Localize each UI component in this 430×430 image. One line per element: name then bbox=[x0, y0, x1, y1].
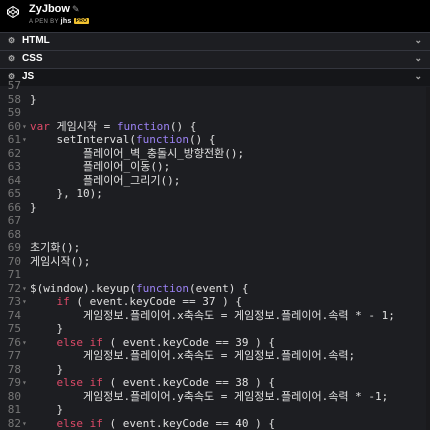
code-line[interactable]: 61 ▾ setInterval(function() { bbox=[0, 133, 430, 147]
editor-scrollbar[interactable] bbox=[426, 87, 430, 430]
code-line[interactable]: 57 bbox=[0, 79, 430, 93]
line-number: 80 bbox=[7, 389, 21, 403]
line-number: 74 bbox=[7, 308, 21, 322]
fold-arrow-icon[interactable]: ▾ bbox=[22, 295, 27, 309]
line-number: 67 bbox=[7, 214, 21, 227]
code-line[interactable]: 58} bbox=[0, 93, 430, 107]
gear-icon[interactable]: ⚙ bbox=[8, 36, 15, 45]
line-number: 77 bbox=[7, 349, 21, 362]
code-line[interactable]: 79 ▾ else if ( event.keyCode == 38 ) { bbox=[0, 376, 430, 390]
code-line[interactable]: 76 ▾ else if ( event.keyCode == 39 ) { bbox=[0, 336, 430, 350]
codepen-logo-icon[interactable] bbox=[7, 6, 19, 18]
code-line[interactable]: 70 게임시작(); bbox=[0, 255, 430, 269]
line-number: 71 bbox=[7, 268, 21, 281]
chevron-down-icon[interactable]: ⌄ bbox=[414, 53, 422, 64]
code-text: var 게임시작 = function() { bbox=[30, 119, 197, 133]
code-line[interactable]: 82 ▾ else if ( event.keyCode == 40 ) { bbox=[0, 417, 430, 430]
code-line[interactable]: 62 플레이어_벽_충돌시_방향전환(); bbox=[0, 147, 430, 161]
line-number: 78 bbox=[7, 362, 21, 376]
code-line[interactable]: 66} bbox=[0, 201, 430, 215]
code-text: 초기화(); bbox=[30, 241, 81, 254]
by-prefix: A PEN BY bbox=[29, 19, 59, 25]
code-line[interactable]: 60 ▾ var 게임시작 = function() { bbox=[0, 120, 430, 134]
code-text: }, 10); bbox=[30, 187, 103, 200]
code-line[interactable]: 69 초기화(); bbox=[0, 241, 430, 255]
line-number: 62 bbox=[7, 146, 21, 160]
code-line[interactable]: 71 bbox=[0, 268, 430, 282]
line-number: 64 bbox=[7, 173, 21, 187]
line-number: 57 bbox=[7, 79, 21, 92]
code-line[interactable]: 81 } bbox=[0, 403, 430, 417]
code-text: 플레이어_벽_충돌시_방향전환(); bbox=[30, 146, 245, 160]
code-line[interactable]: 64 플레이어_그리기(); bbox=[0, 174, 430, 188]
fold-arrow-icon[interactable]: ▾ bbox=[22, 120, 27, 134]
pro-badge: PRO bbox=[73, 18, 90, 24]
code-text: 게임정보.플레이어.y축속도 = 게임정보.플레이어.속력 * -1; bbox=[30, 389, 389, 403]
line-number: 73 bbox=[7, 295, 21, 308]
pen-header: ZyJbow ✎ A PEN BY jhs PRO bbox=[0, 0, 430, 32]
code-line[interactable]: 63 플레이어_이동(); bbox=[0, 160, 430, 174]
pencil-icon[interactable]: ✎ bbox=[72, 4, 80, 14]
line-number: 81 bbox=[7, 403, 21, 416]
line-number: 72 bbox=[7, 281, 21, 295]
line-number: 65 bbox=[7, 187, 21, 200]
pen-title[interactable]: ZyJbow ✎ bbox=[29, 3, 80, 15]
code-text: 게임시작(); bbox=[30, 254, 91, 268]
code-line[interactable]: 75 } bbox=[0, 322, 430, 336]
code-text: } bbox=[30, 362, 64, 376]
code-line[interactable]: 67 bbox=[0, 214, 430, 228]
code-text: 게임정보.플레이어.x축속도 = 게임정보.플레이어.속력 * - 1; bbox=[30, 308, 395, 322]
fold-arrow-icon[interactable]: ▾ bbox=[22, 336, 27, 350]
css-panel-header[interactable]: ⚙ CSS ⌄ bbox=[0, 50, 430, 68]
line-number: 75 bbox=[7, 322, 21, 335]
line-number: 82 bbox=[7, 416, 21, 430]
line-number: 66 bbox=[7, 200, 21, 214]
code-line[interactable]: 77 게임정보.플레이어.x축속도 = 게임정보.플레이어.속력; bbox=[0, 349, 430, 363]
code-line[interactable]: 74 게임정보.플레이어.x축속도 = 게임정보.플레이어.속력 * - 1; bbox=[0, 309, 430, 323]
chevron-down-icon[interactable]: ⌄ bbox=[414, 35, 422, 46]
panel-label-css: CSS bbox=[22, 53, 43, 64]
code-text: 게임정보.플레이어.x축속도 = 게임정보.플레이어.속력; bbox=[30, 349, 356, 362]
code-line[interactable]: 68 bbox=[0, 228, 430, 242]
line-number: 61 bbox=[7, 133, 21, 146]
js-code-editor[interactable]: 57 58} 59 60 ▾ var 게임시작 = function() {61 ▾ set… bbox=[0, 79, 430, 430]
code-line[interactable]: 73 ▾ if ( event.keyCode == 37 ) { bbox=[0, 295, 430, 309]
fold-arrow-icon[interactable]: ▾ bbox=[22, 376, 27, 390]
code-text: else if ( event.keyCode == 40 ) { bbox=[56, 416, 276, 430]
line-number: 69 bbox=[7, 241, 21, 254]
line-number: 58 bbox=[7, 92, 21, 106]
code-line[interactable]: 65 }, 10); bbox=[0, 187, 430, 201]
code-text: } bbox=[30, 322, 64, 335]
fold-arrow-icon[interactable]: ▾ bbox=[22, 282, 27, 296]
line-number: 70 bbox=[7, 254, 21, 268]
code-line[interactable]: 59 bbox=[0, 106, 430, 120]
code-text: 플레이어_그리기(); bbox=[30, 173, 181, 187]
gear-icon[interactable]: ⚙ bbox=[8, 54, 15, 63]
code-line[interactable]: 78 } bbox=[0, 363, 430, 377]
code-text: $(window).keyup(function(event) { bbox=[30, 281, 249, 295]
author-link[interactable]: jhs bbox=[61, 18, 72, 25]
fold-arrow-icon[interactable]: ▾ bbox=[22, 417, 27, 430]
line-number: 59 bbox=[7, 106, 21, 119]
code-text: } bbox=[30, 403, 64, 416]
code-text: } bbox=[30, 92, 37, 106]
line-number: 76 bbox=[7, 335, 21, 349]
code-text: } bbox=[30, 200, 37, 214]
code-line[interactable]: 80 게임정보.플레이어.y축속도 = 게임정보.플레이어.속력 * -1; bbox=[0, 390, 430, 404]
html-panel-header[interactable]: ⚙ HTML ⌄ bbox=[0, 32, 430, 50]
code-text: else if ( event.keyCode == 38 ) { bbox=[56, 376, 276, 389]
code-line[interactable]: 72 ▾ $(window).keyup(function(event) { bbox=[0, 282, 430, 296]
pen-title-text: ZyJbow bbox=[29, 3, 70, 15]
code-text: else if ( event.keyCode == 39 ) { bbox=[56, 335, 276, 349]
fold-arrow-icon[interactable]: ▾ bbox=[22, 133, 27, 147]
panel-label-html: HTML bbox=[22, 35, 50, 46]
line-number: 68 bbox=[7, 227, 21, 241]
code-text: setInterval(function() { bbox=[30, 133, 216, 146]
pen-byline: A PEN BY jhs PRO bbox=[29, 18, 90, 25]
code-text: 플레이어_이동(); bbox=[30, 160, 171, 173]
code-text: if ( event.keyCode == 37 ) { bbox=[56, 295, 242, 308]
line-number: 60 bbox=[7, 119, 21, 133]
line-number: 63 bbox=[7, 160, 21, 173]
line-number: 79 bbox=[7, 376, 21, 389]
